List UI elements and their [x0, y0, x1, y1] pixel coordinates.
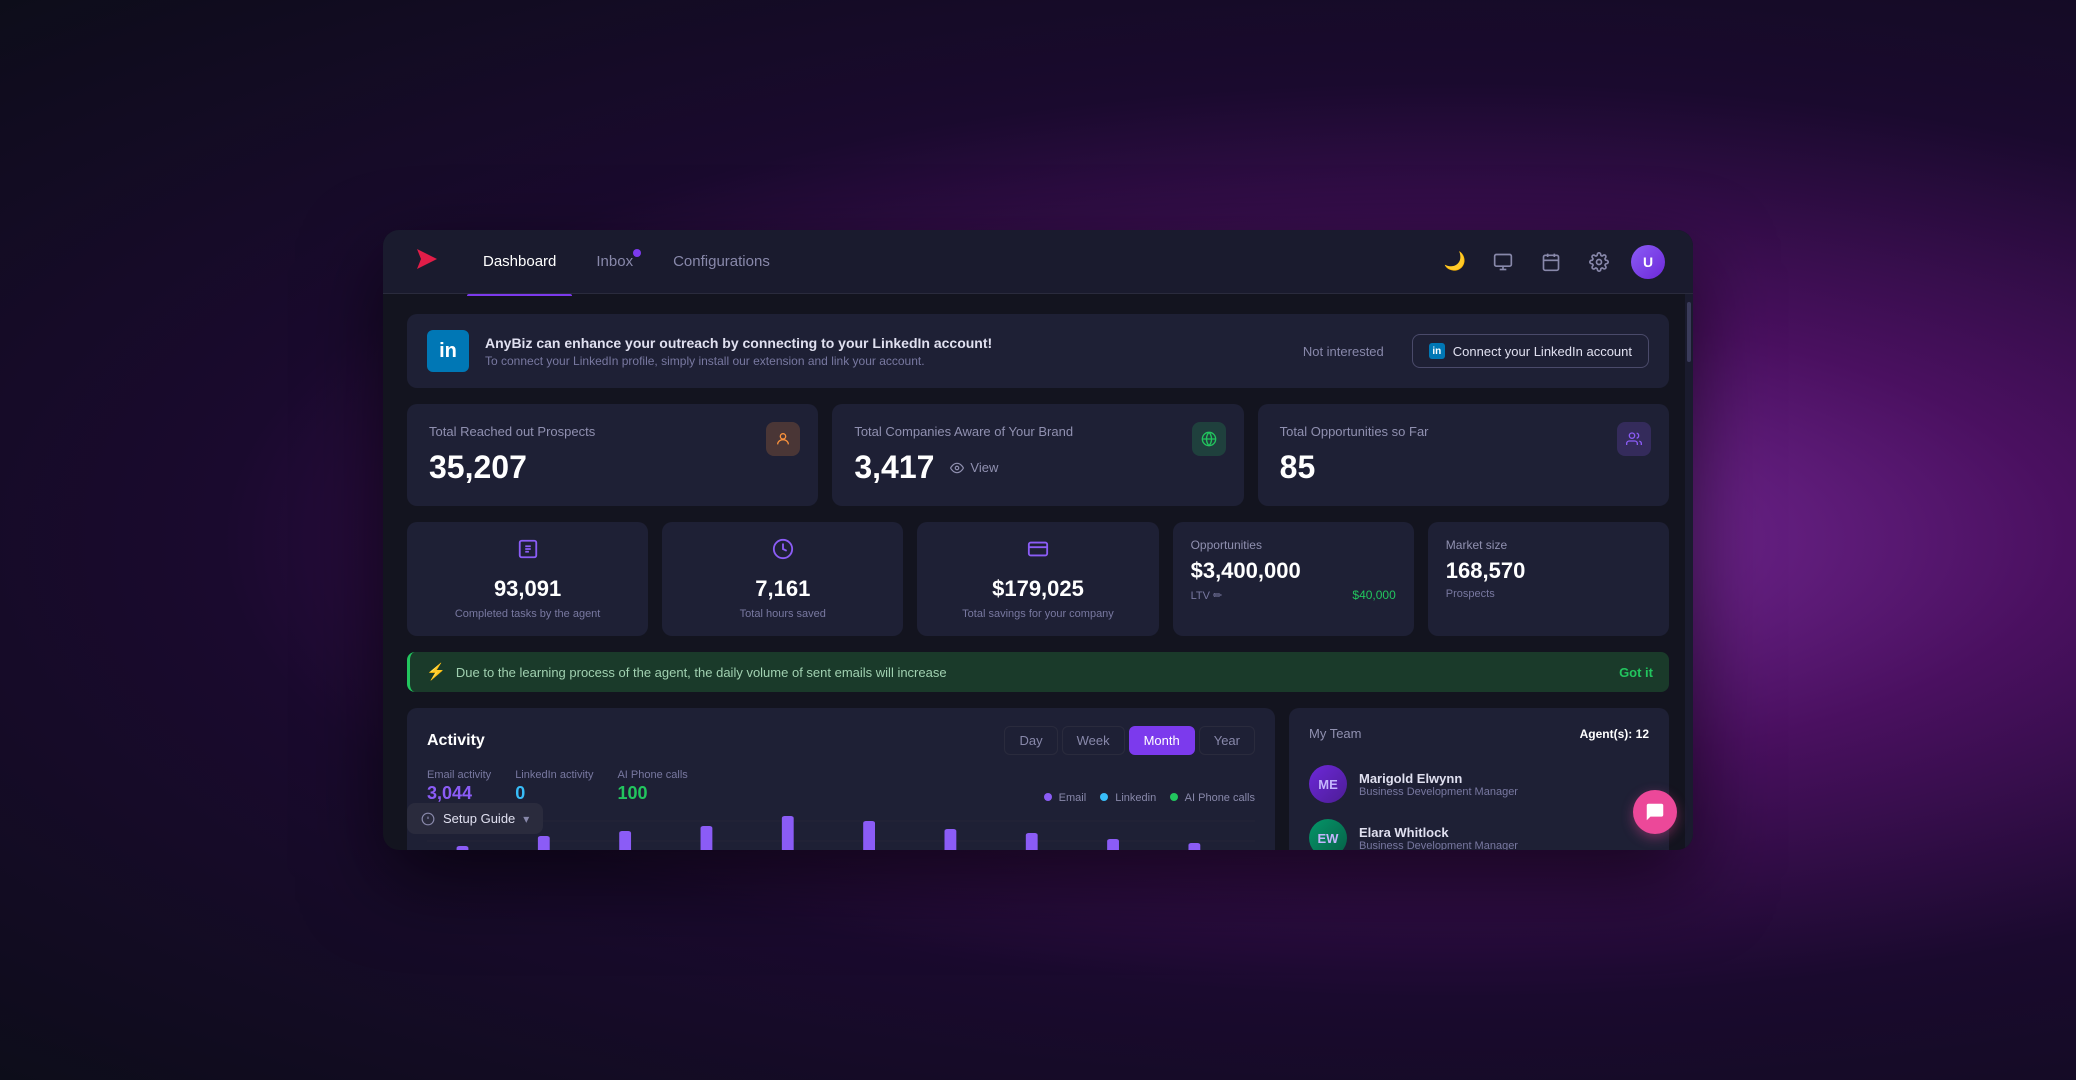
- tab-configurations[interactable]: Configurations: [657, 245, 786, 278]
- member-avatar-2: EW: [1309, 819, 1347, 850]
- member-info-1: Marigold Elwynn Business Development Man…: [1359, 771, 1518, 798]
- stat-opportunities-value: Opportunities $3,400,000 LTV ✏ $40,000: [1173, 522, 1414, 636]
- logo[interactable]: [411, 243, 443, 280]
- team-member-1: ME Marigold Elwynn Business Development …: [1309, 757, 1649, 811]
- setup-guide-button[interactable]: Setup Guide ▾: [407, 803, 543, 834]
- linkedin-logo: in: [427, 330, 469, 372]
- linkedin-icon-small: in: [1429, 343, 1445, 359]
- team-member-2: EW Elara Whitlock Business Development M…: [1309, 811, 1649, 850]
- activity-header: Activity Day Week Month Year: [427, 726, 1255, 755]
- stat-hours: 7,161 Total hours saved: [662, 522, 903, 636]
- scrollbar[interactable]: [1685, 294, 1693, 850]
- team-members-list: ME Marigold Elwynn Business Development …: [1309, 757, 1649, 850]
- bottom-section: Activity Day Week Month Year Email activ…: [407, 708, 1669, 850]
- stat-card-companies: Total Companies Aware of Your Brand 3,41…: [832, 404, 1243, 506]
- monitor-icon[interactable]: [1487, 246, 1519, 278]
- chat-button[interactable]: [1633, 790, 1677, 834]
- calendar-icon[interactable]: [1535, 246, 1567, 278]
- savings-icon: [1027, 538, 1049, 566]
- user-avatar[interactable]: U: [1631, 245, 1665, 279]
- time-btn-year[interactable]: Year: [1199, 726, 1255, 755]
- linkedin-banner-text: AnyBiz can enhance your outreach by conn…: [485, 335, 1275, 368]
- opportunities-icon: [1617, 422, 1651, 456]
- connect-linkedin-button[interactable]: in Connect your LinkedIn account: [1412, 334, 1649, 368]
- app-window: Dashboard Inbox Configurations 🌙: [383, 230, 1693, 850]
- hours-icon: [772, 538, 794, 566]
- phone-calls-stat: AI Phone calls 100: [617, 769, 687, 804]
- not-interested-button[interactable]: Not interested: [1291, 336, 1396, 367]
- stat-market-size: Market size 168,570 Prospects: [1428, 522, 1669, 636]
- time-btn-day[interactable]: Day: [1004, 726, 1057, 755]
- info-banner: ⚡ Due to the learning process of the age…: [407, 652, 1669, 692]
- tasks-icon: [517, 538, 539, 566]
- linkedin-activity-stat: LinkedIn activity 0: [515, 769, 593, 804]
- member-info-2: Elara Whitlock Business Development Mana…: [1359, 825, 1518, 851]
- stats-middle-grid: 93,091 Completed tasks by the agent 7,16…: [407, 522, 1669, 636]
- linkedin-banner: in AnyBiz can enhance your outreach by c…: [407, 314, 1669, 388]
- header: Dashboard Inbox Configurations 🌙: [383, 230, 1693, 294]
- nav-tabs: Dashboard Inbox Configurations: [467, 245, 1439, 278]
- activity-chart: [427, 818, 1255, 850]
- time-btn-month[interactable]: Month: [1129, 726, 1195, 755]
- view-link[interactable]: View: [950, 460, 998, 475]
- inbox-notification-dot: [633, 249, 641, 257]
- got-it-button[interactable]: Got it: [1619, 665, 1653, 680]
- activity-stats: Email activity 3,044 LinkedIn activity 0…: [427, 769, 1255, 804]
- team-card: My Team Agent(s): 12 ME Marigold Elwynn …: [1289, 708, 1669, 850]
- tab-dashboard[interactable]: Dashboard: [467, 245, 572, 278]
- stat-savings: $179,025 Total savings for your company: [917, 522, 1158, 636]
- agent-count: Agent(s): 12: [1580, 727, 1649, 741]
- setup-guide-label: Setup Guide: [443, 811, 515, 826]
- moon-icon[interactable]: 🌙: [1439, 246, 1471, 278]
- email-activity-stat: Email activity 3,044: [427, 769, 491, 804]
- stat-tasks: 93,091 Completed tasks by the agent: [407, 522, 648, 636]
- scroll-thumb: [1687, 302, 1691, 362]
- time-btn-week[interactable]: Week: [1062, 726, 1125, 755]
- header-actions: 🌙 U: [1439, 245, 1665, 279]
- chevron-down-icon: ▾: [523, 812, 529, 826]
- time-filters: Day Week Month Year: [1004, 726, 1255, 755]
- stat-card-opportunities: Total Opportunities so Far 85: [1258, 404, 1669, 506]
- settings-icon[interactable]: [1583, 246, 1615, 278]
- stat-card-prospects: Total Reached out Prospects 35,207: [407, 404, 818, 506]
- prospects-icon: [766, 422, 800, 456]
- main-content: in AnyBiz can enhance your outreach by c…: [383, 294, 1693, 850]
- stats-top-grid: Total Reached out Prospects 35,207 Total…: [407, 404, 1669, 506]
- member-avatar-1: ME: [1309, 765, 1347, 803]
- info-icon: ⚡: [426, 662, 446, 682]
- team-header: My Team Agent(s): 12: [1309, 726, 1649, 741]
- companies-icon: [1192, 422, 1226, 456]
- tab-inbox[interactable]: Inbox: [580, 245, 649, 278]
